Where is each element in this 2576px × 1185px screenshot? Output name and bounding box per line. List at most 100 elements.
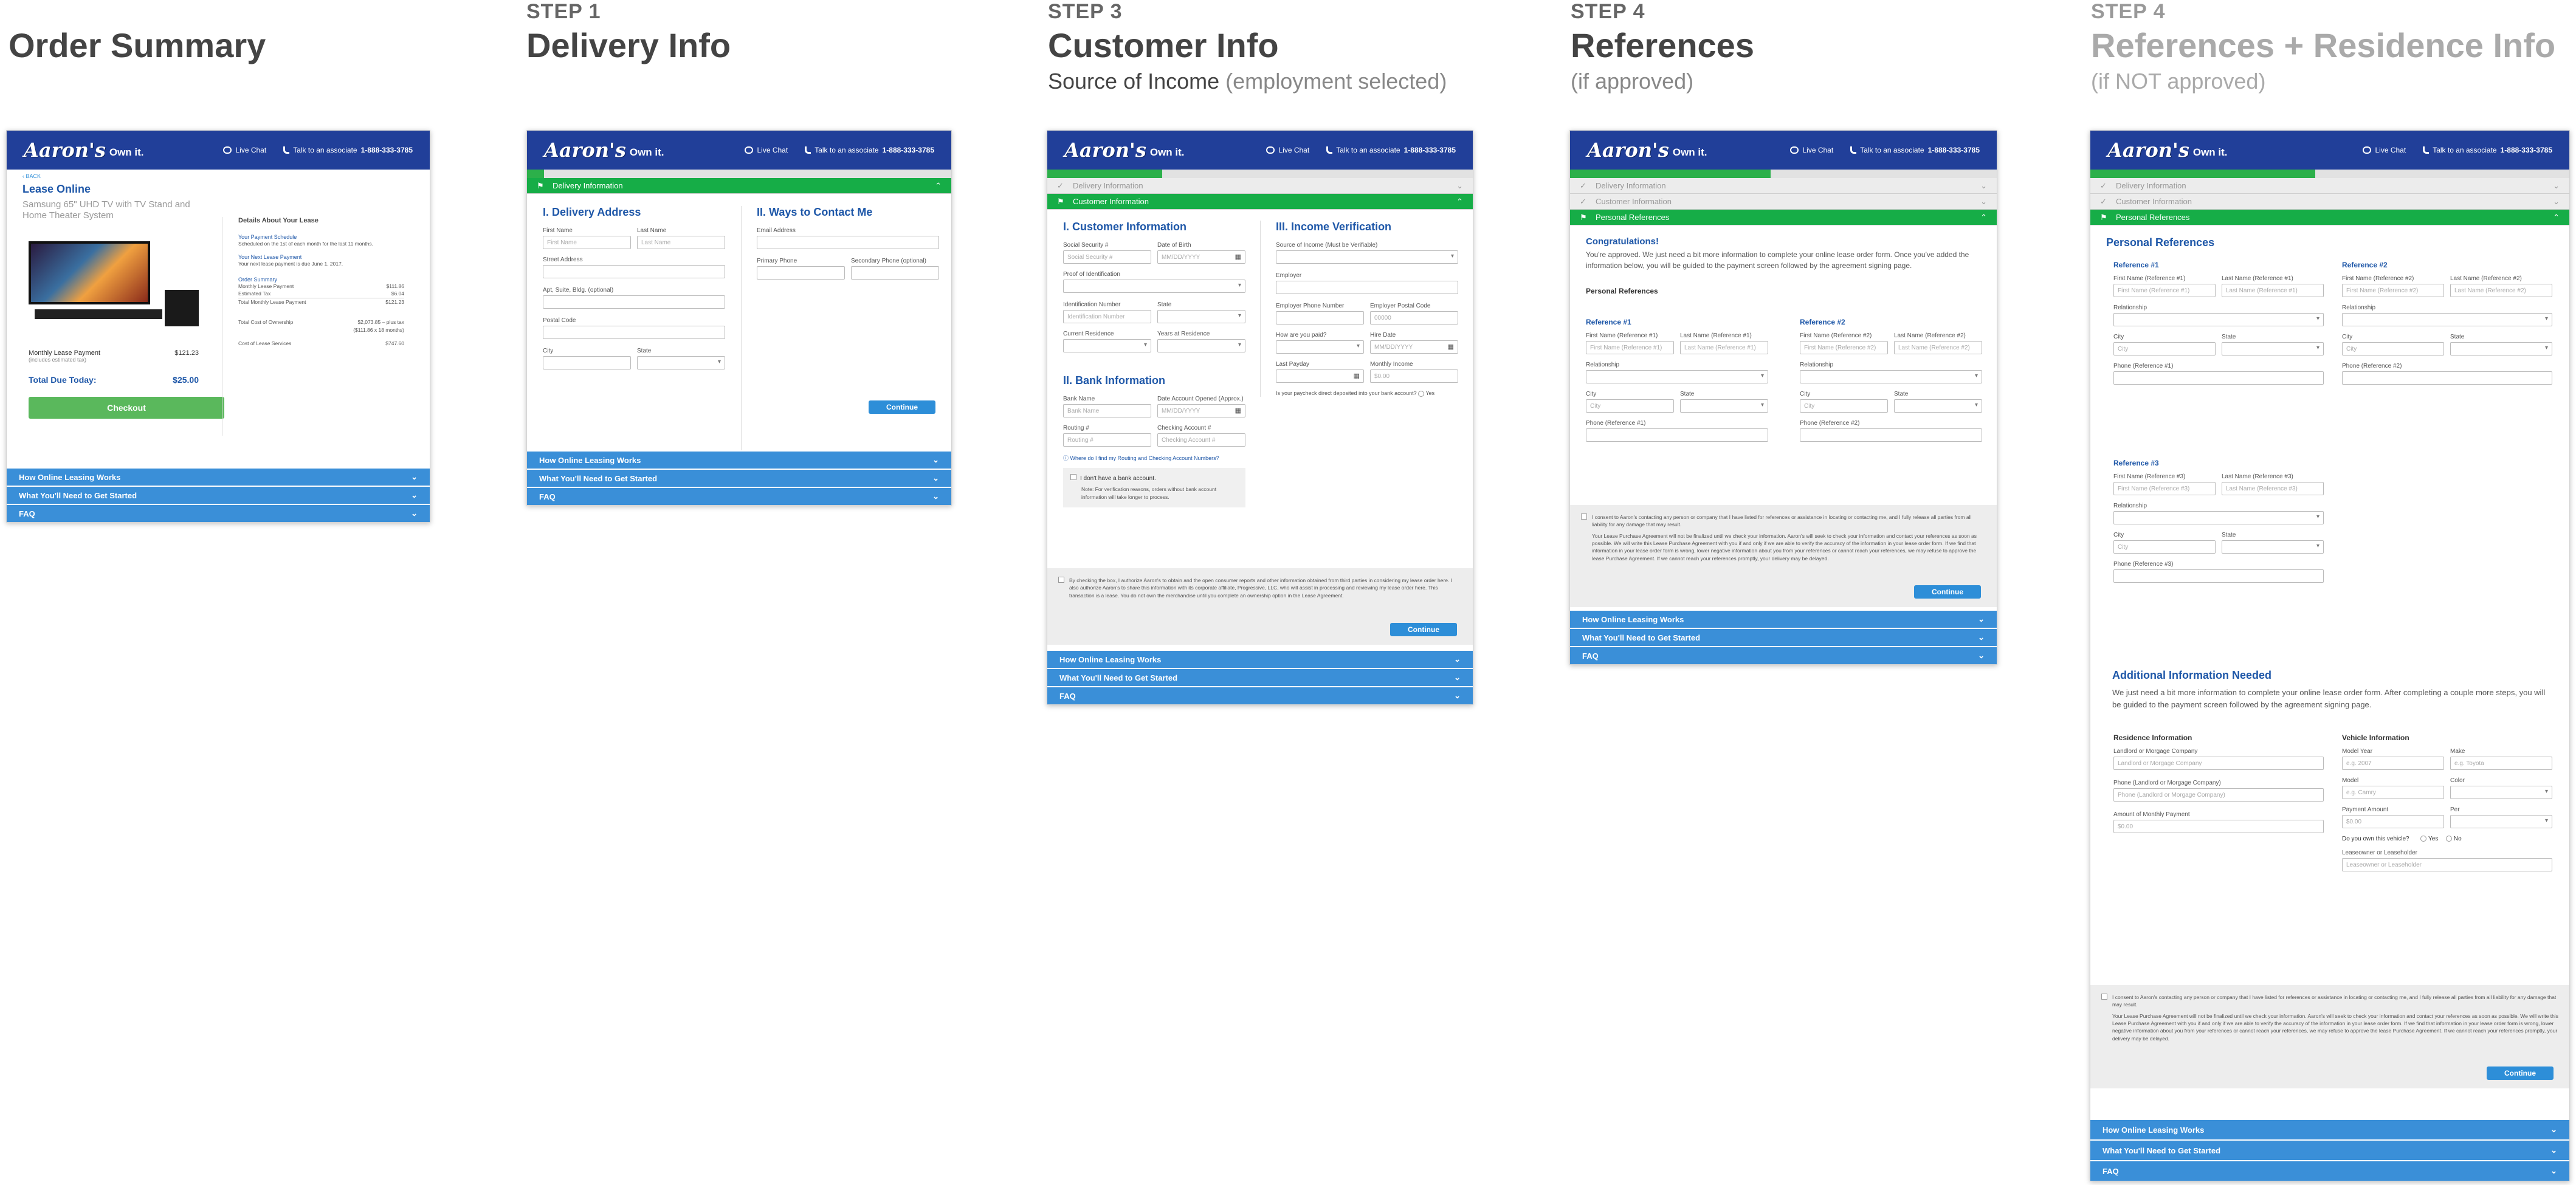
ref3-state-select[interactable] — [2222, 540, 2324, 554]
get-started-accordion[interactable]: What You'll Need to Get Started ⌄ — [1047, 668, 1473, 686]
ref1-state-select[interactable] — [2222, 342, 2324, 355]
payment-amount-input[interactable]: $0.00 — [2342, 815, 2444, 828]
phone-link[interactable]: Talk to an associate 1-888-333-3785 — [283, 146, 413, 154]
landlord-input[interactable]: Landlord or Morgage Company — [2113, 757, 2324, 770]
model-input[interactable]: e.g. Camry — [2342, 786, 2444, 799]
ref1-last-name-input[interactable]: Last Name (Reference #1) — [1680, 341, 1768, 354]
dob-input[interactable]: MM/DD/YYYY — [1157, 250, 1245, 264]
live-chat-link[interactable]: Live Chat — [2363, 146, 2406, 154]
how-it-works-accordion[interactable]: How Online Leasing Works ⌄ — [7, 467, 430, 486]
faq-accordion[interactable]: FAQ ⌄ — [1047, 686, 1473, 704]
routing-help-link[interactable]: ⓘ Where do I find my Routing and Checkin… — [1063, 454, 1245, 462]
no-bank-checkbox[interactable] — [1070, 474, 1076, 480]
ref1-phone-input[interactable] — [1586, 428, 1768, 442]
customer-info-bar[interactable]: ✓ Customer Information ⌄ — [1570, 194, 1997, 210]
bank-name-input[interactable]: Bank Name — [1063, 404, 1151, 417]
continue-button[interactable]: Continue — [1390, 623, 1457, 636]
phone-link[interactable]: Talk to an associate 1-888-333-3785 — [1326, 146, 1456, 154]
ref1-first-name-input[interactable]: First Name (Reference #1) — [2113, 284, 2216, 297]
live-chat-link[interactable]: Live Chat — [1266, 146, 1309, 154]
how-it-works-accordion[interactable]: How Online Leasing Works ⌄ — [2090, 1119, 2569, 1139]
last-payday-input[interactable] — [1276, 369, 1364, 383]
no-radio[interactable] — [2446, 836, 2453, 842]
id-state-select[interactable] — [1157, 310, 1245, 323]
aarons-logo[interactable]: Aaron's — [1587, 139, 1669, 162]
ref3-phone-input[interactable] — [2113, 569, 2324, 583]
ref1-relationship-select[interactable] — [1586, 370, 1768, 383]
continue-button[interactable]: Continue — [1914, 585, 1981, 599]
ref1-state-select[interactable] — [1680, 399, 1768, 413]
ref2-state-select[interactable] — [2450, 342, 2552, 355]
ref1-phone-input[interactable] — [2113, 371, 2324, 385]
routing-input[interactable]: Routing # — [1063, 433, 1151, 447]
ref1-city-input[interactable]: City — [2113, 342, 2216, 355]
faq-accordion[interactable]: FAQ ⌄ — [527, 487, 951, 505]
consent-checkbox[interactable] — [1058, 577, 1064, 583]
employer-input[interactable] — [1276, 281, 1458, 294]
apt-input[interactable] — [543, 295, 725, 309]
ref2-state-select[interactable] — [1894, 399, 1982, 413]
ref2-last-name-input[interactable]: Last Name (Reference #2) — [2450, 284, 2552, 297]
primary-phone-input[interactable] — [757, 266, 845, 280]
years-select[interactable] — [1157, 339, 1245, 352]
aarons-logo[interactable]: Aaron's — [24, 139, 106, 162]
per-select[interactable] — [2450, 815, 2552, 828]
personal-references-bar[interactable]: ⚑ Personal References ⌃ — [2090, 210, 2569, 225]
yes-radio[interactable] — [2420, 836, 2427, 842]
ref2-phone-input[interactable] — [1800, 428, 1982, 442]
aarons-logo[interactable]: Aaron's — [544, 139, 626, 162]
delivery-info-bar[interactable]: ✓ Delivery Information ⌄ — [1047, 178, 1473, 194]
phone-link[interactable]: Talk to an associate 1-888-333-3785 — [2423, 146, 2552, 154]
ref1-city-input[interactable]: City — [1586, 399, 1674, 413]
landlord-phone-input[interactable]: Phone (Landlord or Morgage Company) — [2113, 788, 2324, 802]
how-it-works-accordion[interactable]: How Online Leasing Works ⌄ — [527, 450, 951, 469]
ref2-first-name-input[interactable]: First Name (Reference #2) — [2342, 284, 2444, 297]
get-started-accordion[interactable]: What You'll Need to Get Started ⌄ — [7, 486, 430, 504]
color-select[interactable] — [2450, 786, 2552, 799]
leaseholder-input[interactable]: Leaseowner or Leaseholder — [2342, 858, 2552, 871]
proof-id-select[interactable] — [1063, 280, 1245, 293]
postal-code-input[interactable] — [543, 326, 725, 339]
faq-accordion[interactable]: FAQ ⌄ — [1570, 646, 1997, 664]
yes-radio[interactable] — [1418, 390, 1425, 397]
ssn-input[interactable]: Social Security # — [1063, 250, 1151, 264]
aarons-logo[interactable]: Aaron's — [2107, 139, 2189, 162]
get-started-accordion[interactable]: What You'll Need to Get Started ⌄ — [1570, 628, 1997, 646]
ref3-relationship-select[interactable] — [2113, 511, 2324, 524]
consent-checkbox[interactable] — [1581, 514, 1587, 520]
live-chat-link[interactable]: Live Chat — [223, 146, 266, 154]
phone-link[interactable]: Talk to an associate 1-888-333-3785 — [1850, 146, 1980, 154]
delivery-info-bar[interactable]: ✓ Delivery Information ⌄ — [2090, 178, 2569, 194]
email-input[interactable] — [757, 236, 939, 249]
ref1-last-name-input[interactable]: Last Name (Reference #1) — [2222, 284, 2324, 297]
personal-references-bar[interactable]: ⚑ Personal References ⌃ — [1570, 210, 1997, 225]
ref2-last-name-input[interactable]: Last Name (Reference #2) — [1894, 341, 1982, 354]
employer-postal-input[interactable]: 00000 — [1370, 311, 1458, 325]
get-started-accordion[interactable]: What You'll Need to Get Started ⌄ — [527, 469, 951, 487]
last-name-input[interactable]: Last Name — [637, 236, 725, 249]
pay-frequency-select[interactable] — [1276, 340, 1364, 354]
ref2-phone-input[interactable] — [2342, 371, 2552, 385]
ref2-first-name-input[interactable]: First Name (Reference #2) — [1800, 341, 1888, 354]
faq-accordion[interactable]: FAQ ⌄ — [7, 504, 430, 522]
aarons-logo[interactable]: Aaron's — [1064, 139, 1146, 162]
residence-select[interactable] — [1063, 339, 1151, 352]
customer-info-bar[interactable]: ✓ Customer Information ⌄ — [2090, 194, 2569, 210]
checking-input[interactable]: Checking Account # — [1157, 433, 1245, 447]
ref2-city-input[interactable]: City — [2342, 342, 2444, 355]
continue-button[interactable]: Continue — [2487, 1066, 2554, 1080]
ref2-relationship-select[interactable] — [1800, 370, 1982, 383]
ref3-last-name-input[interactable]: Last Name (Reference #3) — [2222, 482, 2324, 495]
first-name-input[interactable]: First Name — [543, 236, 631, 249]
ref1-relationship-select[interactable] — [2113, 313, 2324, 326]
model-year-input[interactable]: e.g. 2007 — [2342, 757, 2444, 770]
ref2-city-input[interactable]: City — [1800, 399, 1888, 413]
checkout-button[interactable]: Checkout — [29, 397, 224, 419]
city-input[interactable] — [543, 356, 631, 369]
delivery-info-bar[interactable]: ✓ Delivery Information ⌄ — [1570, 178, 1997, 194]
ref3-city-input[interactable]: City — [2113, 540, 2216, 554]
state-select[interactable] — [637, 356, 725, 369]
how-it-works-accordion[interactable]: How Online Leasing Works ⌄ — [1047, 650, 1473, 668]
consent-checkbox[interactable] — [2101, 994, 2107, 1000]
income-source-select[interactable] — [1276, 250, 1458, 264]
